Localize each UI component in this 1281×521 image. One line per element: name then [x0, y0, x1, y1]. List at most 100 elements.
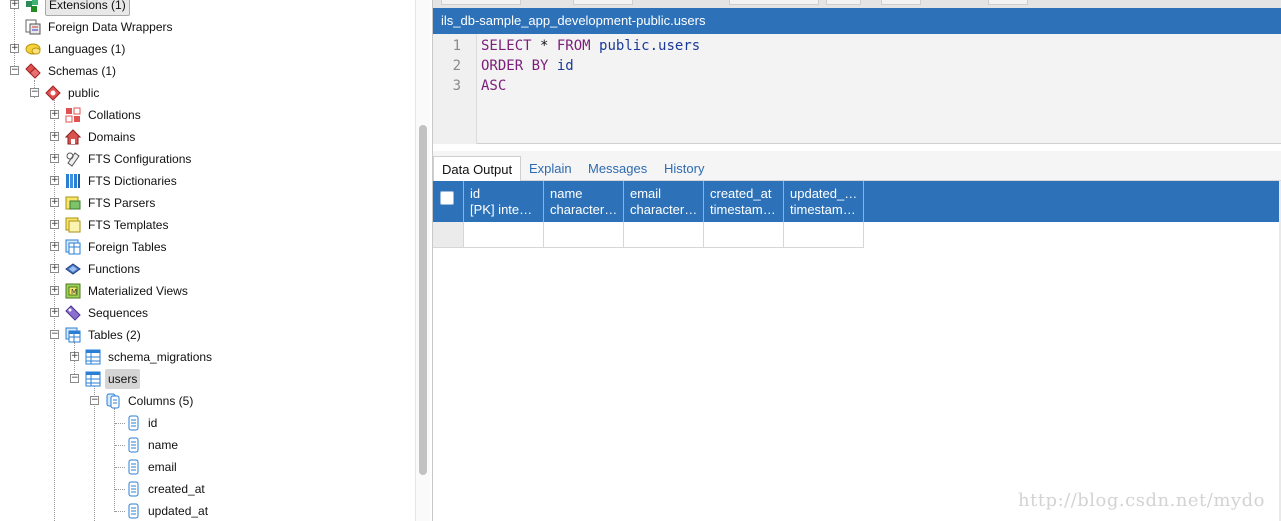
tree-item-label: Domains	[88, 130, 136, 144]
code-line: ASC	[481, 78, 506, 94]
data-output-grid: id [PK] inte… name character… email char…	[433, 181, 1281, 521]
tree-item-schema-migrations[interactable]: schema_migrations	[85, 347, 215, 367]
collapse-toggle-users[interactable]: −	[70, 374, 79, 383]
tree-item-label: updated_at	[148, 504, 209, 518]
sequences-icon	[65, 305, 81, 321]
select-all-checkbox[interactable]	[440, 191, 454, 205]
tree-item-fts-parsers[interactable]: FTS Parsers	[65, 193, 158, 213]
line-number: 3	[452, 78, 461, 94]
expand-toggle-fts-dictionaries[interactable]: +	[50, 176, 59, 185]
editor-tab[interactable]	[988, 0, 1028, 5]
editor-tab-strip	[433, 0, 1281, 8]
tree-item-label: Materialized Views	[88, 284, 188, 298]
tree-scrollbar[interactable]	[415, 0, 430, 521]
column-icon	[125, 481, 141, 497]
domains-icon	[64, 129, 82, 145]
column-icon	[125, 437, 141, 453]
materialized-views-icon: M	[65, 283, 81, 299]
column-header-created-at[interactable]: created_at timestam…	[704, 181, 784, 222]
tab-messages[interactable]: Messages	[580, 157, 655, 181]
tree-item-extensions[interactable]: Extensions (1)	[25, 0, 130, 16]
tree-item-languages[interactable]: Languages (1)	[25, 39, 128, 59]
sql-operator: *	[540, 38, 557, 54]
collapse-toggle-schemas[interactable]: −	[10, 66, 19, 75]
expand-toggle-languages[interactable]: +	[10, 44, 19, 53]
svg-text:M: M	[71, 288, 77, 296]
tree-item-domains[interactable]: Domains	[64, 127, 138, 147]
sql-keyword: FROM	[556, 38, 600, 54]
tree-item-label: Collations	[88, 108, 141, 122]
expand-toggle-fts-templates[interactable]: +	[50, 220, 59, 229]
line-number: 1	[452, 38, 461, 54]
tree-item-collations[interactable]: Collations	[65, 105, 144, 125]
tree-item-users[interactable]: users	[85, 369, 141, 389]
editor-tab[interactable]	[441, 0, 521, 5]
tree-item-public[interactable]: public	[45, 83, 102, 103]
column-header-name: updated_…	[790, 186, 858, 201]
tree-item-column-name[interactable]: name	[125, 435, 181, 455]
tree-item-materialized-views[interactable]: M Materialized Views	[65, 281, 191, 301]
collapse-toggle-tables[interactable]: −	[50, 330, 59, 339]
tree-item-columns[interactable]: Columns (5)	[105, 391, 196, 411]
grid-cell[interactable]	[544, 222, 624, 248]
expand-toggle-extensions[interactable]: +	[10, 0, 19, 9]
editor-tab[interactable]	[573, 0, 633, 5]
tree-item-fts-configurations[interactable]: FTS Configurations	[65, 149, 194, 169]
tree-item-foreign-tables[interactable]: Foreign Tables	[65, 237, 170, 257]
tree-item-label: FTS Templates	[88, 218, 169, 232]
grid-cell[interactable]	[704, 222, 784, 248]
editor-tab[interactable]	[729, 0, 819, 5]
tab-explain[interactable]: Explain	[521, 157, 580, 181]
tree-item-foreign-data-wrappers[interactable]: Foreign Data Wrappers	[25, 17, 176, 37]
tree-item-label: users	[105, 369, 141, 389]
tree-item-column-email[interactable]: email	[125, 457, 180, 477]
tree-item-schemas[interactable]: Schemas (1)	[25, 61, 119, 81]
editor-tab[interactable]	[881, 0, 921, 5]
tree-item-label: Sequences	[88, 306, 149, 320]
column-header-email[interactable]: email character…	[624, 181, 704, 222]
expand-toggle-foreign-tables[interactable]: +	[50, 242, 59, 251]
foreign-data-wrappers-icon	[25, 19, 41, 35]
grid-cell[interactable]	[624, 222, 704, 248]
grid-cell[interactable]	[784, 222, 864, 248]
tab-data-output[interactable]: Data Output	[433, 156, 522, 182]
tree-item-label: FTS Dictionaries	[88, 174, 177, 188]
tree-item-column-updated-at[interactable]: updated_at	[125, 501, 211, 521]
collapse-toggle-columns[interactable]: −	[90, 396, 99, 405]
line-number-gutter: 1 2 3	[433, 34, 477, 144]
tab-history[interactable]: History	[656, 157, 712, 181]
column-header-updated-at[interactable]: updated_… timestam…	[784, 181, 864, 222]
grid-cell[interactable]	[464, 222, 544, 248]
tree-item-column-created-at[interactable]: created_at	[125, 479, 208, 499]
query-title: ils_db-sample_app_development-public.use…	[441, 13, 706, 28]
tree-item-functions[interactable]: Functions	[65, 259, 143, 279]
expand-toggle-materialized-views[interactable]: +	[50, 286, 59, 295]
tree-item-label: Columns (5)	[128, 394, 194, 408]
columns-icon	[105, 393, 121, 409]
expand-toggle-fts-parsers[interactable]: +	[50, 198, 59, 207]
tree-item-fts-dictionaries[interactable]: FTS Dictionaries	[65, 171, 180, 191]
sql-editor[interactable]: 1 2 3 SELECT * FROM public.users ORDER B…	[433, 34, 1281, 144]
tree-item-fts-templates[interactable]: FTS Templates	[65, 215, 171, 235]
tree-item-label: name	[148, 438, 179, 452]
tree-item-label: Functions	[88, 262, 141, 276]
tree-item-sequences[interactable]: Sequences	[65, 303, 151, 323]
column-header-name[interactable]: name character…	[544, 181, 624, 222]
tree-item-column-id[interactable]: id	[125, 413, 160, 433]
tree-scrollbar-thumb[interactable]	[419, 125, 427, 475]
expand-toggle-fts-configurations[interactable]: +	[50, 154, 59, 163]
row-header-cell[interactable]	[433, 222, 464, 248]
expand-toggle-schema-migrations[interactable]: +	[70, 352, 79, 361]
fts-configurations-icon	[65, 151, 81, 167]
expand-toggle-sequences[interactable]: +	[50, 308, 59, 317]
collapse-toggle-public[interactable]: −	[30, 88, 39, 97]
column-header-id[interactable]: id [PK] inte…	[464, 181, 544, 222]
query-panel: ils_db-sample_app_development-public.use…	[432, 0, 1281, 521]
expand-toggle-collations[interactable]: +	[50, 110, 59, 119]
column-header-type: timestam…	[790, 202, 856, 217]
tree-item-tables[interactable]: Tables (2)	[65, 325, 144, 345]
table-icon	[85, 349, 101, 365]
editor-tab[interactable]	[826, 0, 861, 5]
expand-toggle-functions[interactable]: +	[50, 264, 59, 273]
expand-toggle-domains[interactable]: +	[50, 132, 59, 141]
